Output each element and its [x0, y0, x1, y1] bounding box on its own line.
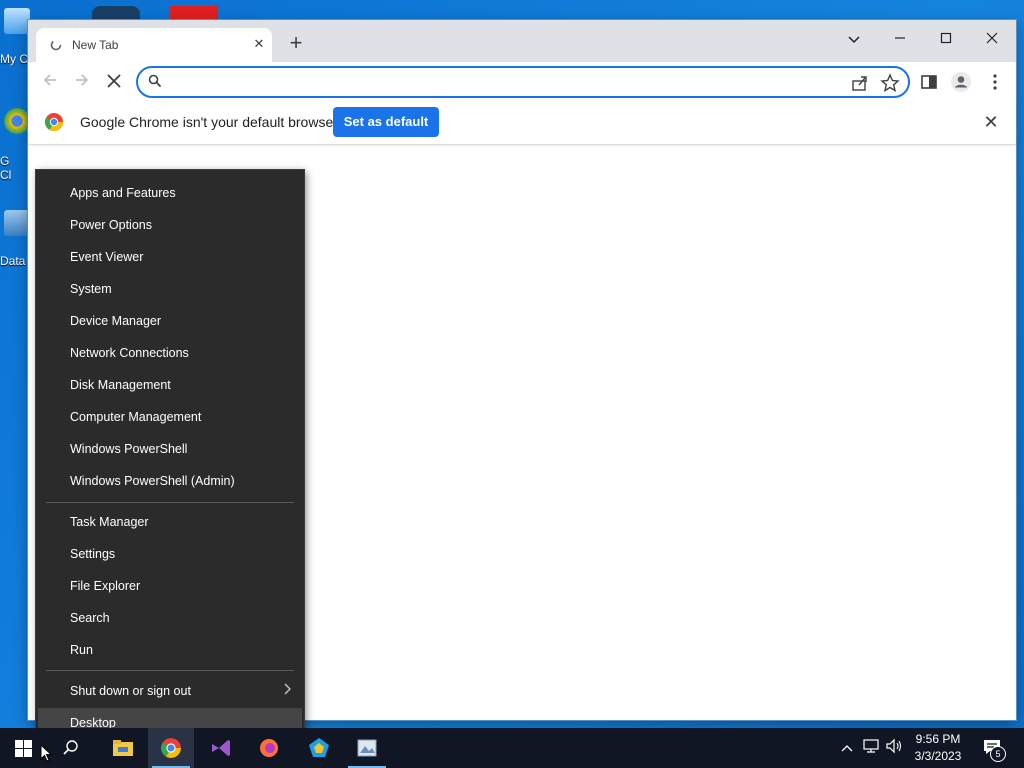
menu-item-device-manager[interactable]: Device Manager — [38, 306, 302, 336]
side-panel-icon[interactable] — [918, 71, 940, 93]
menu-item-label: Device Manager — [70, 314, 162, 328]
loading-favicon-icon — [50, 39, 62, 51]
file-explorer-icon — [113, 740, 133, 756]
visual-studio-icon — [212, 740, 230, 756]
menu-item-power-options[interactable]: Power Options — [38, 210, 302, 240]
more-menu-icon[interactable] — [984, 71, 1006, 93]
desktop-icon-label: My C — [0, 52, 28, 66]
set-as-default-button[interactable]: Set as default — [333, 107, 439, 137]
folder-icon — [4, 210, 30, 236]
show-hidden-icons-chevron-icon[interactable] — [838, 738, 856, 758]
desktop-icon-my-computer[interactable]: My C — [0, 8, 30, 66]
maximize-button[interactable] — [926, 26, 966, 52]
tab-title: New Tab — [72, 38, 119, 52]
taskbar-firefox[interactable] — [246, 728, 292, 768]
network-icon[interactable] — [860, 738, 882, 758]
tab-strip: New Tab ✕ + — [28, 20, 1016, 62]
desktop-icon-data[interactable]: Data — [0, 210, 30, 268]
power-user-menu: Apps and Features Power Options Event Vi… — [36, 170, 304, 744]
menu-item-label: Disk Management — [70, 378, 171, 392]
chrome-icon — [161, 738, 181, 758]
default-browser-infobar: Google Chrome isn't your default browser… — [28, 100, 1016, 145]
menu-separator — [46, 670, 294, 671]
app-pentagon-icon — [309, 738, 329, 757]
menu-item-label: Network Connections — [70, 346, 189, 360]
action-center-button[interactable]: 5 — [980, 738, 1006, 762]
minimize-button[interactable] — [880, 26, 920, 52]
search-icon — [148, 74, 162, 88]
menu-item-settings[interactable]: Settings — [38, 539, 302, 569]
chrome-logo-icon — [44, 113, 63, 132]
mouse-cursor-icon — [40, 744, 52, 762]
new-tab-button[interactable]: + — [284, 32, 308, 56]
menu-item-task-manager[interactable]: Task Manager — [38, 507, 302, 537]
desktop-icon-label: Cl — [0, 168, 12, 182]
menu-item-label: Event Viewer — [70, 250, 144, 264]
menu-item-label: File Explorer — [70, 579, 141, 593]
taskbar: 9:56 PM 3/3/2023 5 — [0, 728, 1024, 768]
clock-date: 3/3/2023 — [914, 749, 962, 763]
search-icon — [63, 740, 78, 755]
menu-item-label: Apps and Features — [70, 186, 176, 200]
bookmark-star-icon[interactable] — [880, 73, 900, 93]
desktop-icon-label: G — [0, 154, 10, 168]
desktop-icon-google-chrome[interactable]: G Cl — [0, 108, 30, 182]
taskbar-app-pentagon[interactable] — [296, 728, 342, 768]
tab-search-chevron-icon[interactable] — [834, 26, 874, 52]
clock-time: 9:56 PM — [915, 732, 961, 746]
menu-item-apps-and-features[interactable]: Apps and Features — [38, 178, 302, 208]
address-input[interactable] — [168, 72, 832, 94]
taskbar-search-button[interactable] — [48, 728, 94, 768]
menu-item-label: Power Options — [70, 218, 152, 232]
desktop-icon-label: Data — [0, 254, 26, 268]
notification-count-badge: 5 — [990, 746, 1006, 762]
taskbar-image-viewer[interactable] — [344, 728, 390, 768]
computer-icon — [4, 8, 30, 34]
taskbar-chrome[interactable] — [148, 728, 194, 768]
menu-item-label: Windows PowerShell — [70, 442, 188, 456]
volume-icon[interactable] — [884, 738, 904, 758]
firefox-icon — [260, 739, 278, 757]
menu-item-search[interactable]: Search — [38, 603, 302, 633]
forward-arrow-icon[interactable] — [68, 68, 96, 96]
windows-logo-icon — [15, 740, 32, 757]
menu-item-network-connections[interactable]: Network Connections — [38, 338, 302, 368]
menu-item-system[interactable]: System — [38, 274, 302, 304]
menu-item-label: Run — [70, 643, 93, 657]
infobar-message: Google Chrome isn't your default browser — [80, 114, 338, 130]
address-bar[interactable] — [136, 66, 910, 98]
menu-item-computer-management[interactable]: Computer Management — [38, 402, 302, 432]
infobar-close-icon[interactable]: ✕ — [980, 111, 1002, 133]
menu-item-file-explorer[interactable]: File Explorer — [38, 571, 302, 601]
back-arrow-icon[interactable] — [36, 68, 64, 96]
chrome-icon — [4, 108, 30, 134]
menu-item-event-viewer[interactable]: Event Viewer — [38, 242, 302, 272]
menu-item-windows-powershell-admin[interactable]: Windows PowerShell (Admin) — [38, 466, 302, 496]
menu-item-label: Shut down or sign out — [70, 684, 191, 698]
menu-item-label: Settings — [70, 547, 116, 561]
menu-item-label: Task Manager — [70, 515, 149, 529]
image-viewer-icon — [357, 739, 377, 757]
close-window-button[interactable] — [972, 26, 1012, 52]
menu-item-label: System — [70, 282, 112, 296]
taskbar-visual-studio[interactable] — [198, 728, 244, 768]
taskbar-file-explorer[interactable] — [100, 728, 146, 768]
menu-separator — [46, 502, 294, 503]
stop-loading-icon[interactable] — [100, 68, 128, 96]
menu-item-run[interactable]: Run — [38, 635, 302, 665]
menu-item-label: Search — [70, 611, 110, 625]
system-clock[interactable]: 9:56 PM 3/3/2023 — [906, 731, 970, 765]
profile-avatar-icon[interactable] — [950, 71, 972, 93]
share-icon[interactable] — [850, 73, 870, 93]
menu-item-shut-down-or-sign-out[interactable]: Shut down or sign out — [38, 676, 302, 706]
chevron-right-icon — [284, 682, 292, 698]
menu-item-disk-management[interactable]: Disk Management — [38, 370, 302, 400]
toolbar — [28, 62, 1016, 100]
tab-close-icon[interactable]: ✕ — [250, 35, 268, 53]
menu-item-label: Computer Management — [70, 410, 202, 424]
tab-new-tab[interactable]: New Tab ✕ — [36, 28, 272, 62]
menu-item-label: Windows PowerShell (Admin) — [70, 474, 235, 488]
menu-item-windows-powershell[interactable]: Windows PowerShell — [38, 434, 302, 464]
